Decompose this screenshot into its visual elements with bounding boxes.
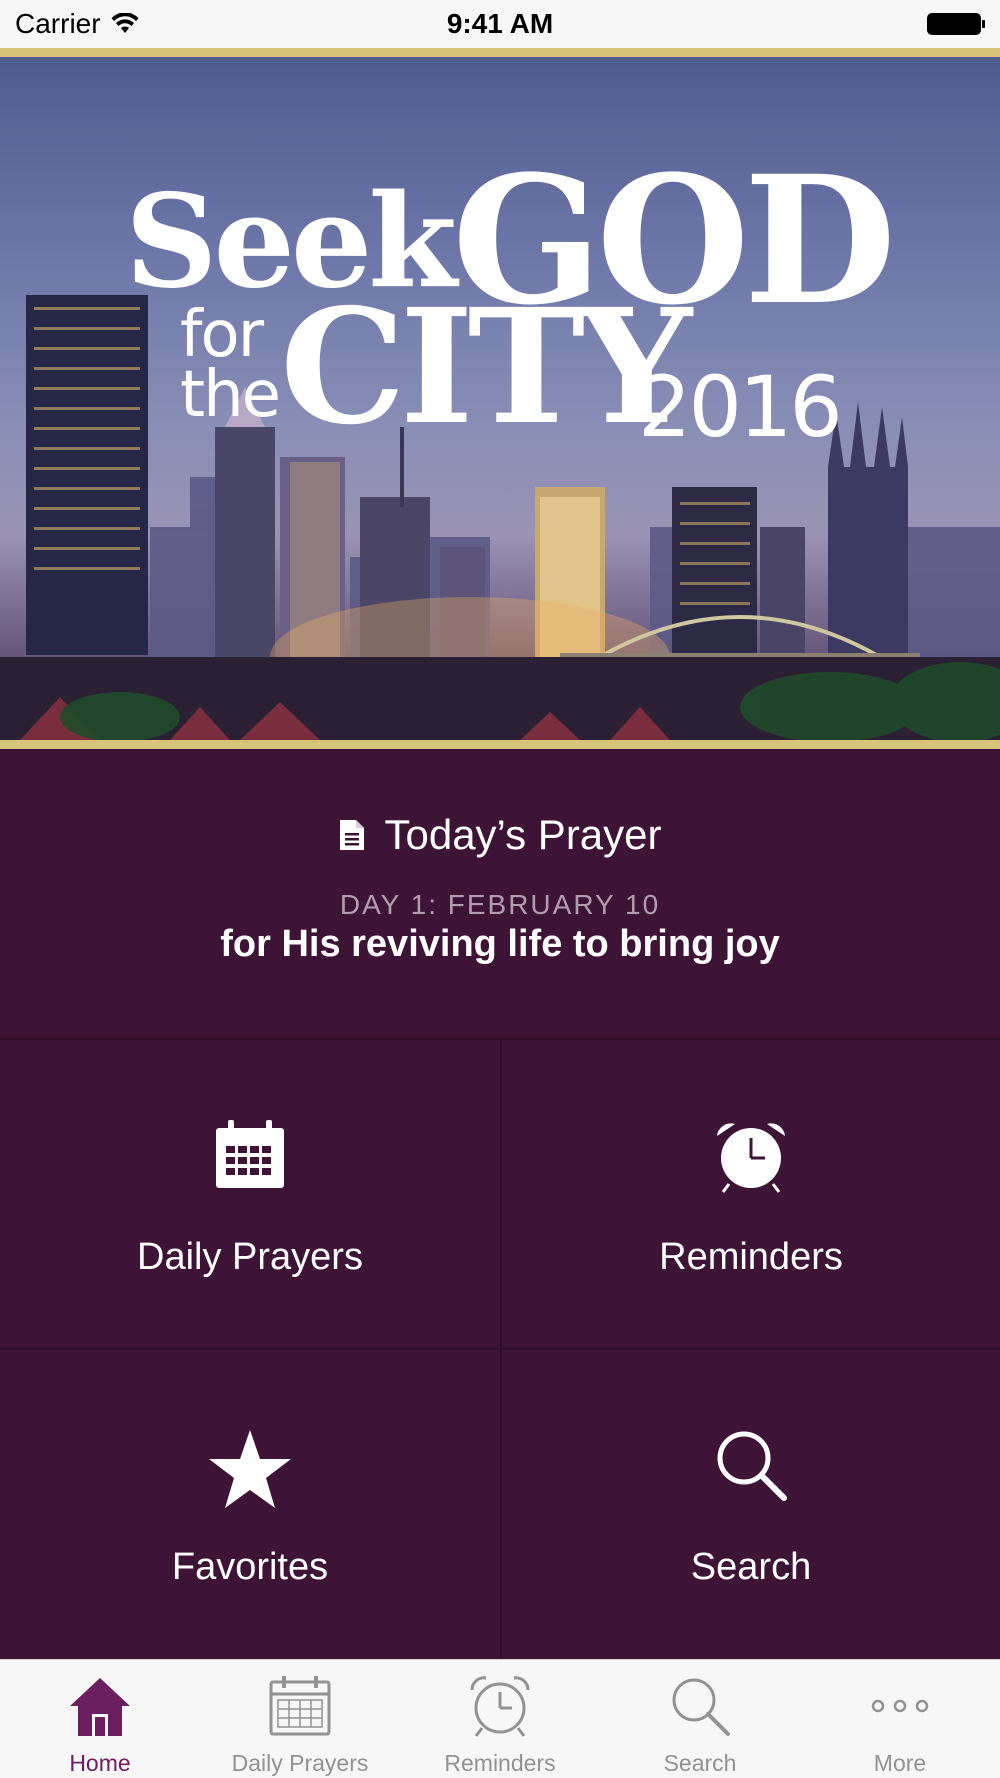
hero-title-the: the (180, 358, 281, 432)
tab-reminders[interactable]: Reminders (400, 1660, 600, 1778)
favorites-label: Favorites (171, 1546, 329, 1588)
tab-daily-prayers-label: Daily Prayers (231, 1750, 369, 1776)
calendar-icon (216, 1120, 284, 1188)
hero-title-for: for (180, 298, 264, 372)
todays-prayer-title: Today’s Prayer (384, 811, 662, 858)
hero-banner: Seek GOD for the CITY 2016 (0, 57, 1000, 740)
search-icon (717, 1431, 787, 1501)
status-bar: Carrier 9:41 AM (0, 0, 1000, 48)
star-icon (209, 1430, 291, 1508)
todays-prayer-header: Today’s Prayer (0, 811, 1000, 859)
favorites-tile[interactable]: Favorites (0, 1348, 500, 1658)
home-icon (70, 1678, 130, 1736)
alarm-clock-icon (717, 1123, 785, 1193)
search-icon (672, 1678, 730, 1736)
battery-icon (927, 13, 985, 35)
hero-title-city: CITY (280, 275, 692, 460)
todays-prayer-date: DAY 1: FEBRUARY 10 (339, 889, 661, 920)
tab-more[interactable]: More (800, 1660, 1000, 1778)
tab-search[interactable]: Search (600, 1660, 800, 1778)
tab-bar: Home Daily Prayers Reminders Search More (0, 1659, 1000, 1778)
todays-prayer-card[interactable]: Today’s Prayer DAY 1: FEBRUARY 10 for Hi… (0, 749, 1000, 1038)
todays-prayer-text: for His reviving life to bring joy (220, 923, 780, 965)
menu-grid: Daily Prayers Reminders Favorites Search (0, 1038, 1000, 1659)
tab-search-label: Search (663, 1750, 737, 1776)
search-label: Search (690, 1546, 812, 1588)
reminders-label: Reminders (659, 1236, 843, 1278)
daily-prayers-tile[interactable]: Daily Prayers (0, 1038, 500, 1348)
tab-home[interactable]: Home (0, 1660, 200, 1778)
status-time: 9:41 AM (446, 8, 554, 39)
tab-home-label: Home (69, 1750, 131, 1776)
alarm-clock-icon (470, 1676, 530, 1737)
calendar-icon (269, 1676, 331, 1736)
tab-reminders-label: Reminders (444, 1750, 556, 1776)
daily-prayers-label: Daily Prayers (137, 1236, 363, 1278)
reminders-tile[interactable]: Reminders (500, 1038, 1000, 1348)
search-tile[interactable]: Search (500, 1348, 1000, 1658)
more-icon (871, 1699, 929, 1713)
tab-more-label: More (873, 1750, 927, 1776)
tab-daily-prayers[interactable]: Daily Prayers (200, 1660, 400, 1778)
document-icon (340, 820, 365, 850)
hero-title-year: 2016 (638, 358, 843, 456)
